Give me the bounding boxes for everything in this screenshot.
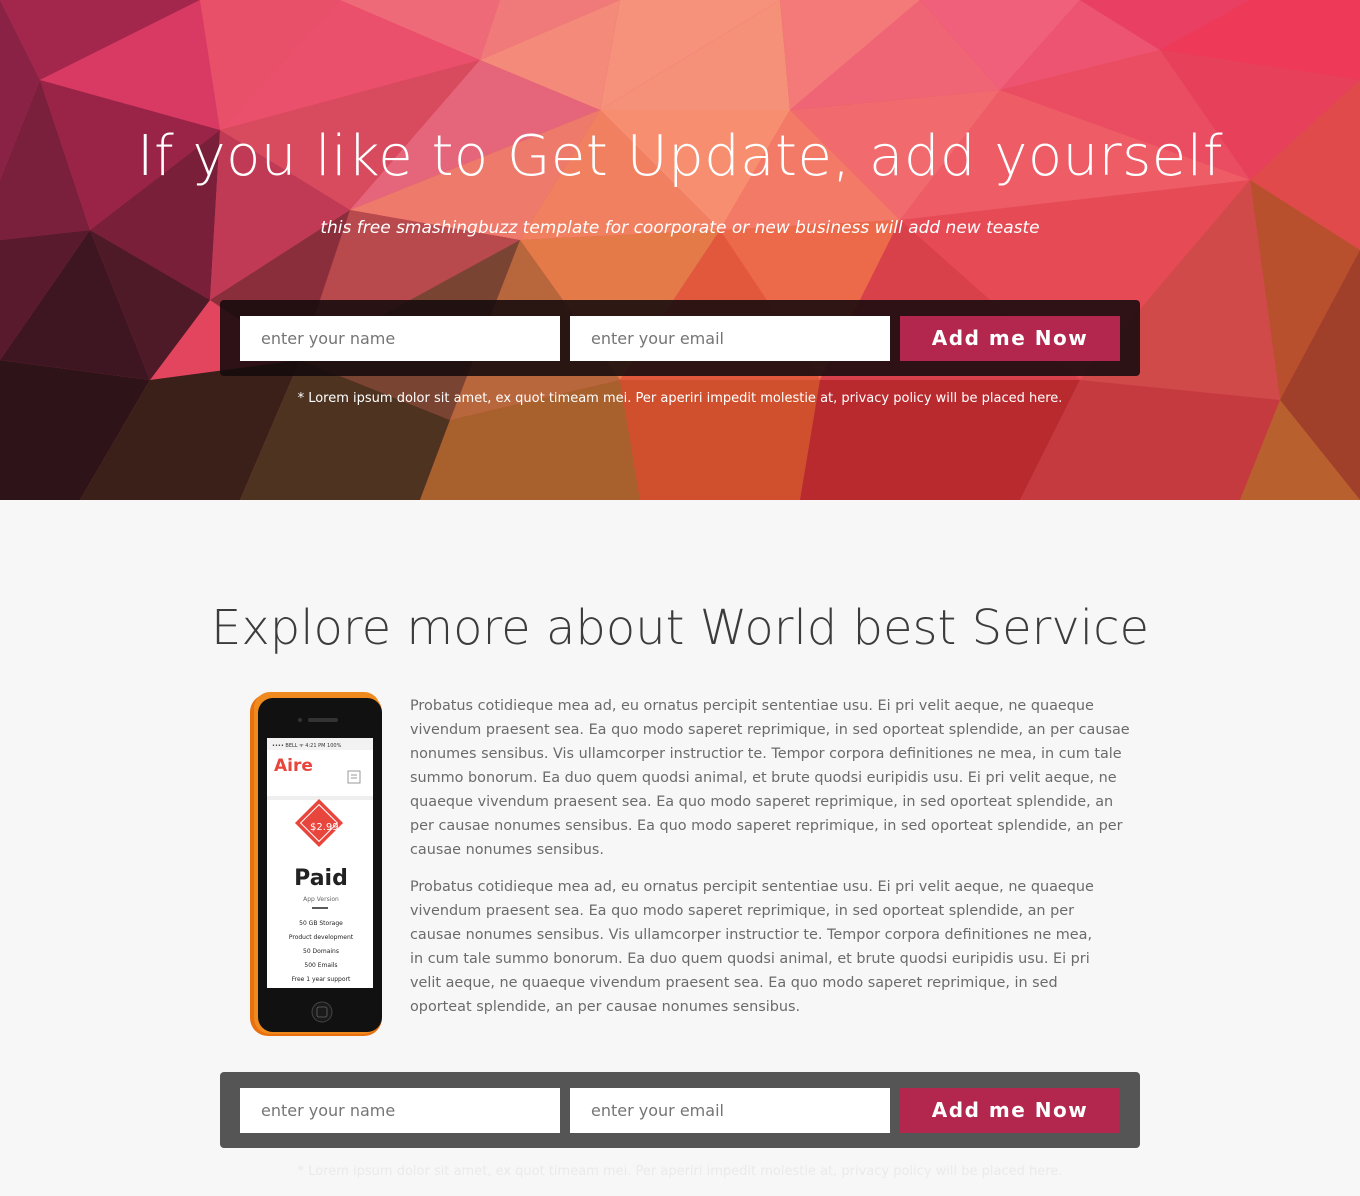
phone-status-bar: •••• BELL ᯤ 4:21 PM 100% xyxy=(272,743,342,749)
phone-feature: 50 Domains xyxy=(303,948,339,955)
bottom-name-input[interactable] xyxy=(240,1088,560,1133)
hero-section: If you like to Get Update, add yourself … xyxy=(0,0,1360,500)
phone-feature: 50 GB Storage xyxy=(299,920,343,927)
services-paragraph-2: Probatus cotidieque mea ad, eu ornatus p… xyxy=(410,879,1094,1015)
phone-plan-subtitle: App Version xyxy=(303,896,339,903)
services-paragraph-1: Probatus cotidieque mea ad, eu ornatus p… xyxy=(410,698,1130,858)
bottom-signup-form: Add me Now xyxy=(220,1072,1140,1148)
phone-plan-title: Paid xyxy=(294,866,348,891)
bottom-email-input[interactable] xyxy=(570,1088,890,1133)
phone-price: $2.99 xyxy=(310,822,339,833)
hero-name-input[interactable] xyxy=(240,316,560,361)
hero-signup-form: Add me Now xyxy=(220,300,1140,376)
phone-app-logo: Aire xyxy=(274,756,313,776)
hero-title: If you like to Get Update, add yourself xyxy=(136,124,1224,189)
phone-feature: 500 Emails xyxy=(304,962,338,969)
services-title: Explore more about World best Service xyxy=(210,600,1149,656)
hero-add-me-button[interactable]: Add me Now xyxy=(900,316,1120,361)
phone-mockup-image: •••• BELL ᯤ 4:21 PM 100% Aire $2.99 Paid… xyxy=(248,690,384,1038)
hero-background xyxy=(0,0,1360,500)
phone-feature: Free 1 year support xyxy=(291,976,351,983)
bottom-privacy-note: * Lorem ipsum dolor sit amet, ex quot ti… xyxy=(297,1164,1063,1179)
hero-email-input[interactable] xyxy=(570,316,890,361)
bottom-add-me-button[interactable]: Add me Now xyxy=(900,1088,1120,1133)
hero-privacy-note: * Lorem ipsum dolor sit amet, ex quot ti… xyxy=(297,391,1063,406)
hero-subtitle: this free smashingbuzz template for coor… xyxy=(320,218,1040,238)
phone-feature: Product development xyxy=(288,934,354,941)
